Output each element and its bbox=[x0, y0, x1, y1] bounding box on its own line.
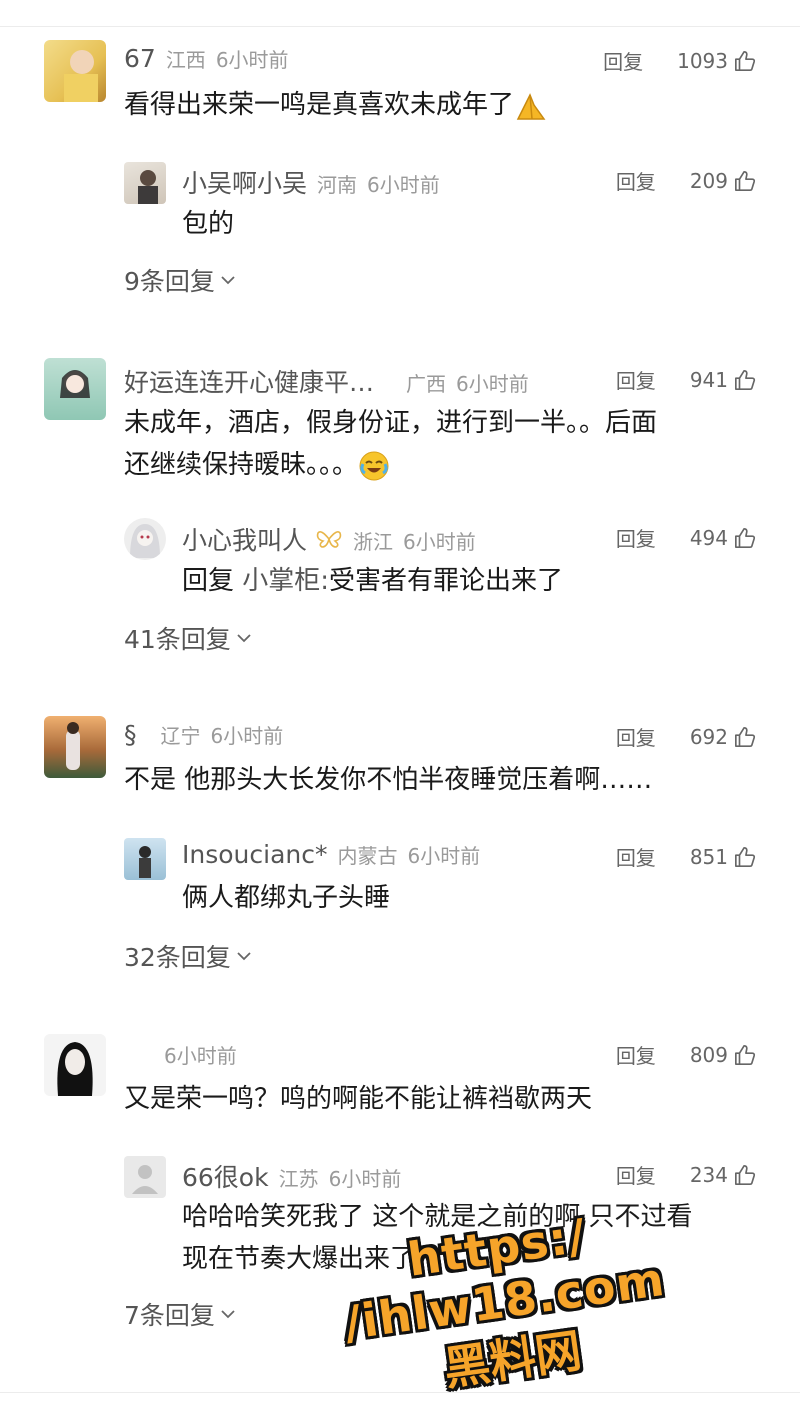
reply-username[interactable]: 小吴啊小吴 bbox=[182, 164, 307, 200]
avatar[interactable] bbox=[44, 716, 106, 778]
like-count: 1093 bbox=[677, 48, 728, 73]
expand-replies-button[interactable]: 41条回复 bbox=[124, 620, 251, 656]
expand-replies-button[interactable]: 9条回复 bbox=[124, 262, 235, 298]
like-count: 692 bbox=[689, 724, 728, 749]
username[interactable]: 67 bbox=[124, 44, 156, 73]
reply-button[interactable]: 回复 bbox=[616, 722, 656, 751]
like-count: 209 bbox=[689, 168, 728, 193]
region-label: 河南 bbox=[317, 173, 358, 197]
reply-count: 41条回复 bbox=[124, 625, 231, 654]
avatar[interactable] bbox=[44, 1034, 106, 1096]
reply-avatar[interactable] bbox=[124, 518, 166, 560]
timestamp: 6小时前 bbox=[367, 173, 440, 197]
top-divider bbox=[0, 26, 800, 27]
like-count: 941 bbox=[689, 367, 728, 392]
reply-count: 9条回复 bbox=[124, 267, 215, 296]
like-count: 851 bbox=[689, 844, 728, 869]
comment-text: 不是 他那头大长发你不怕半夜睡觉压着啊…… bbox=[124, 765, 653, 795]
reply-username[interactable]: Insoucianc* bbox=[182, 840, 327, 869]
avatar[interactable] bbox=[44, 40, 106, 102]
like-count: 809 bbox=[689, 1042, 728, 1067]
comment-text: 看得出来荣一鸣是真喜欢未成年了 bbox=[124, 90, 515, 120]
chevron-down-icon bbox=[221, 276, 235, 285]
thumbs-up-icon[interactable] bbox=[734, 846, 756, 868]
timestamp: 6小时前 bbox=[407, 844, 481, 868]
comment-text-line-2: 还继续保持暧昧。。。 bbox=[124, 450, 359, 480]
username[interactable]: § bbox=[124, 720, 137, 749]
reply-button[interactable]: 回复 bbox=[616, 166, 656, 195]
reply-button[interactable]: 回复 bbox=[616, 523, 656, 552]
butterfly-badge-icon bbox=[316, 531, 342, 548]
chevron-down-icon bbox=[237, 634, 251, 643]
reply-text: 受害者有罪论出来了 bbox=[329, 566, 564, 596]
laugh-cry-icon bbox=[359, 451, 389, 480]
expand-replies-button[interactable]: 32条回复 bbox=[124, 938, 251, 974]
pray-hands-icon bbox=[516, 92, 546, 120]
thumbs-up-icon[interactable] bbox=[734, 1044, 756, 1066]
mention-link[interactable]: 小掌柜: bbox=[242, 566, 329, 596]
reply-text-line-2: 现在节奏大爆出来了 bbox=[182, 1244, 417, 1274]
timestamp: 6小时前 bbox=[164, 1044, 237, 1068]
region-label: 浙江 bbox=[353, 530, 394, 554]
expand-replies-button[interactable]: 7条回复 bbox=[124, 1296, 235, 1332]
reply-text: 包的 bbox=[182, 209, 235, 239]
thumbs-up-icon[interactable] bbox=[734, 50, 756, 72]
bottom-divider bbox=[0, 1392, 800, 1393]
username[interactable]: 好运连连开心健康平… bbox=[124, 363, 374, 399]
reply-button[interactable]: 回复 bbox=[616, 1040, 656, 1069]
region-label: 江苏 bbox=[278, 1167, 319, 1191]
like-count: 494 bbox=[689, 525, 728, 550]
comment-text-line-1: 未成年，酒店，假身份证，进行到一半。。后面 bbox=[124, 408, 658, 438]
timestamp: 6小时前 bbox=[215, 48, 289, 72]
reply-button[interactable]: 回复 bbox=[616, 842, 656, 871]
chevron-down-icon bbox=[221, 1310, 235, 1319]
reply-button[interactable]: 回复 bbox=[616, 1160, 656, 1189]
region-label: 广西 bbox=[406, 372, 447, 396]
region-label: 江西 bbox=[165, 48, 206, 72]
thumbs-up-icon[interactable] bbox=[734, 527, 756, 549]
reply-avatar[interactable] bbox=[124, 162, 166, 204]
like-count: 234 bbox=[689, 1162, 728, 1187]
timestamp: 6小时前 bbox=[456, 372, 529, 396]
reply-text: 俩人都绑丸子头睡 bbox=[182, 883, 391, 913]
reply-prefix: 回复 bbox=[182, 566, 235, 596]
reply-button[interactable]: 回复 bbox=[616, 365, 656, 394]
reply-button[interactable]: 回复 bbox=[603, 46, 643, 75]
timestamp: 6小时前 bbox=[328, 1167, 402, 1191]
reply-username[interactable]: 小心我叫人 bbox=[182, 521, 307, 557]
timestamp: 6小时前 bbox=[210, 724, 284, 748]
reply-text-line-1: 哈哈哈笑死我了 这个就是之前的啊 只不过看 bbox=[182, 1202, 693, 1232]
reply-count: 32条回复 bbox=[124, 943, 231, 972]
reply-avatar[interactable] bbox=[124, 1156, 166, 1198]
thumbs-up-icon[interactable] bbox=[734, 726, 756, 748]
timestamp: 6小时前 bbox=[403, 530, 476, 554]
reply-username[interactable]: 66很ok bbox=[182, 1158, 269, 1194]
comment-text: 又是荣一鸣？鸣的啊能不能让裤裆歇两天 bbox=[124, 1084, 593, 1114]
watermark-name: 黑料网 bbox=[440, 1323, 585, 1396]
chevron-down-icon bbox=[237, 952, 251, 961]
avatar[interactable] bbox=[44, 358, 106, 420]
reply-avatar[interactable] bbox=[124, 838, 166, 880]
thumbs-up-icon[interactable] bbox=[734, 369, 756, 391]
region-label: 内蒙古 bbox=[337, 844, 398, 868]
thumbs-up-icon[interactable] bbox=[734, 1164, 756, 1186]
reply-count: 7条回复 bbox=[124, 1301, 215, 1330]
thumbs-up-icon[interactable] bbox=[734, 170, 756, 192]
region-label: 辽宁 bbox=[160, 724, 201, 748]
